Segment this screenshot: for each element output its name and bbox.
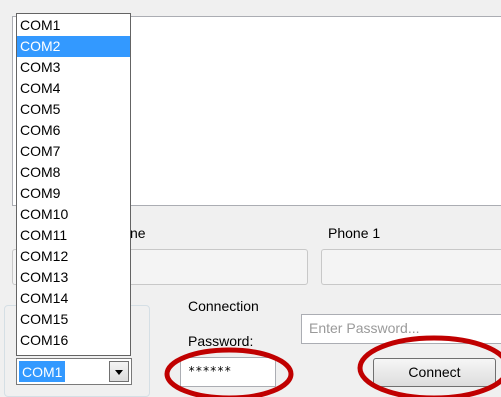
com-port-option[interactable]: COM5 [17, 99, 130, 120]
com-port-option[interactable]: COM4 [17, 78, 130, 99]
password-input[interactable]: ****** [180, 357, 276, 387]
com-port-option[interactable]: COM2 [17, 36, 130, 57]
com-port-option[interactable]: COM8 [17, 162, 130, 183]
connection-group-label: Connection [188, 298, 259, 314]
com-port-option[interactable]: COM3 [17, 57, 130, 78]
com-port-option[interactable]: COM16 [17, 330, 130, 351]
password-placeholder-field[interactable]: Enter Password... [301, 314, 501, 344]
phone1-field[interactable] [321, 249, 501, 285]
com-port-option[interactable]: COM15 [17, 309, 130, 330]
com-port-option[interactable]: COM10 [17, 204, 130, 225]
com-port-option[interactable]: COM1 [17, 15, 130, 36]
com-port-option[interactable]: COM6 [17, 120, 130, 141]
com-port-option[interactable]: COM14 [17, 288, 130, 309]
phone1-label: Phone 1 [328, 225, 381, 241]
com-port-option[interactable]: COM12 [17, 246, 130, 267]
com-port-selected-value: COM1 [19, 361, 66, 382]
password-label: Password: [188, 333, 254, 349]
com-port-option[interactable]: COM13 [17, 267, 130, 288]
chevron-down-icon [115, 370, 123, 375]
combo-dropdown-button[interactable] [109, 361, 129, 382]
com-port-select[interactable]: COM1 [16, 358, 132, 385]
com-port-option[interactable]: COM9 [17, 183, 130, 204]
name-label: ne [130, 225, 146, 241]
connect-button[interactable]: Connect [373, 358, 496, 387]
com-port-option[interactable]: COM11 [17, 225, 130, 246]
com-port-option[interactable]: COM7 [17, 141, 130, 162]
com-port-dropdown-list[interactable]: COM1 COM2 COM3 COM4 COM5 COM6 COM7 COM8 COM9 COM1… [16, 13, 131, 356]
